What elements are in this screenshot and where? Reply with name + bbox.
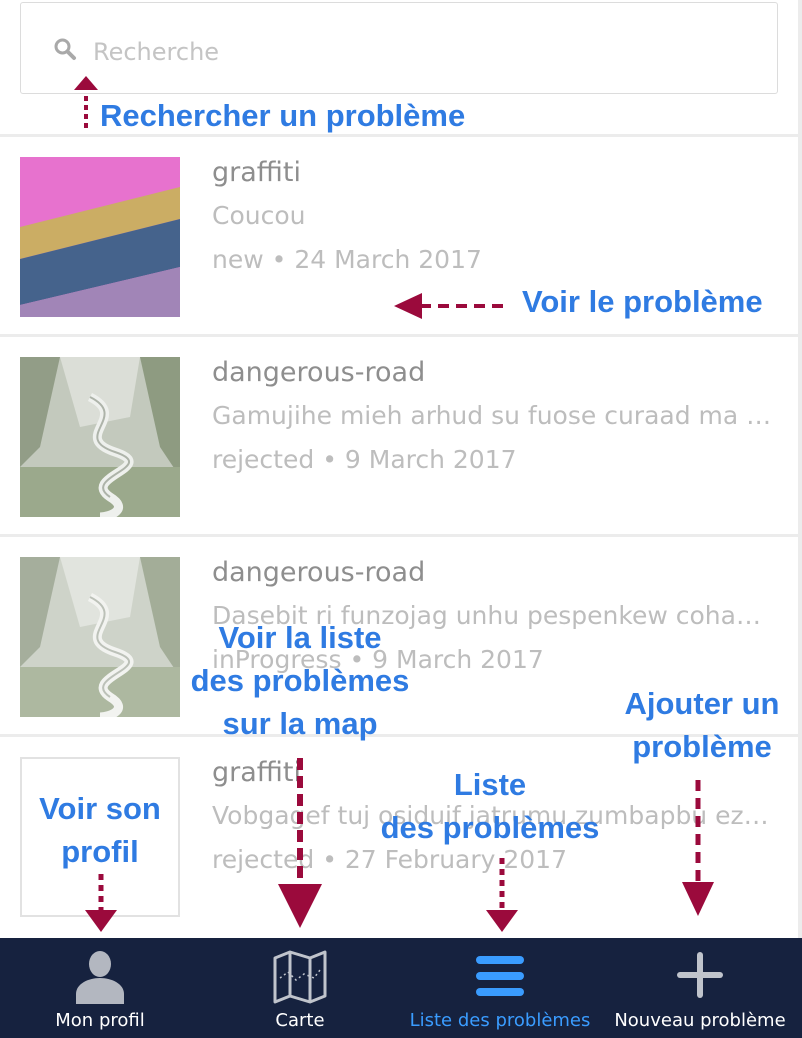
list-item[interactable]: dangerous-road Gamujihe mieh arhud su fu… (0, 334, 798, 533)
issue-title: graffiti (212, 157, 301, 188)
user-icon (76, 951, 124, 1004)
issue-status: rejected (212, 845, 315, 874)
search-input[interactable] (91, 31, 695, 73)
scrollbar[interactable] (798, 0, 802, 938)
issue-date: 24 March 2017 (294, 245, 482, 274)
mountain-road-photo (20, 557, 180, 717)
meta-separator: • (271, 245, 287, 274)
annotation-map-line3: sur la map (222, 706, 378, 741)
issue-thumbnail (20, 357, 180, 517)
meta-separator: • (322, 445, 337, 474)
annotation-map-line2: des problèmes (190, 663, 410, 698)
annotation-list-line1: Liste (453, 767, 527, 802)
map-icon (273, 950, 327, 1004)
search-bar[interactable] (20, 2, 778, 94)
plus-icon (677, 952, 723, 998)
annotation-map-line1: Voir la liste (218, 620, 382, 655)
tab-label: Nouveau problème (614, 1010, 786, 1031)
issue-description: Coucou (212, 201, 306, 230)
fabric-photo (20, 157, 180, 317)
annotation-list-line2: des problèmes (380, 810, 600, 845)
annotation-profile-line1: Voir son (39, 791, 161, 826)
annotation-profile: Voir son profil (20, 787, 180, 873)
tab-list[interactable]: Liste des problèmes (400, 938, 600, 1038)
annotation-add-line1: Ajouter un (624, 686, 780, 721)
annotation-map: Voir la liste des problèmes sur la map (180, 616, 420, 745)
annotation-list: Liste des problèmes (370, 763, 610, 849)
search-icon (54, 38, 76, 60)
issue-title: dangerous-road (212, 357, 426, 388)
tab-new-issue[interactable]: Nouveau problème (600, 938, 800, 1038)
annotation-add-line2: problème (632, 729, 772, 764)
list-icon (476, 956, 524, 996)
annotation-profile-line2: profil (61, 834, 139, 869)
issue-thumbnail (20, 157, 180, 317)
issue-thumbnail (20, 557, 180, 717)
issue-meta: new • 24 March 2017 (212, 245, 482, 274)
issue-description: Gamujihe mieh arhud su fuose curaad ma w… (212, 401, 772, 430)
issue-status: new (212, 245, 264, 274)
annotation-view-issue: Voir le problème (522, 284, 763, 319)
meta-separator: • (322, 845, 337, 874)
issue-date: 9 March 2017 (344, 445, 517, 474)
issue-meta: rejected • 27 February 2017 (212, 845, 567, 874)
issue-title: dangerous-road (212, 557, 426, 588)
issue-meta: rejected • 9 March 2017 (212, 445, 517, 474)
tab-bar: Mon profil Carte Liste des problèmes Nou… (0, 938, 802, 1038)
annotation-search: Rechercher un problème (100, 98, 466, 133)
mountain-road-photo (20, 357, 180, 517)
issue-title: graffiti (212, 757, 301, 788)
tab-profile[interactable]: Mon profil (0, 938, 200, 1038)
issue-date: 27 February 2017 (344, 845, 567, 874)
issue-status: rejected (212, 445, 315, 474)
tab-map[interactable]: Carte (200, 938, 400, 1038)
annotation-add: Ajouter un problème (612, 682, 792, 768)
